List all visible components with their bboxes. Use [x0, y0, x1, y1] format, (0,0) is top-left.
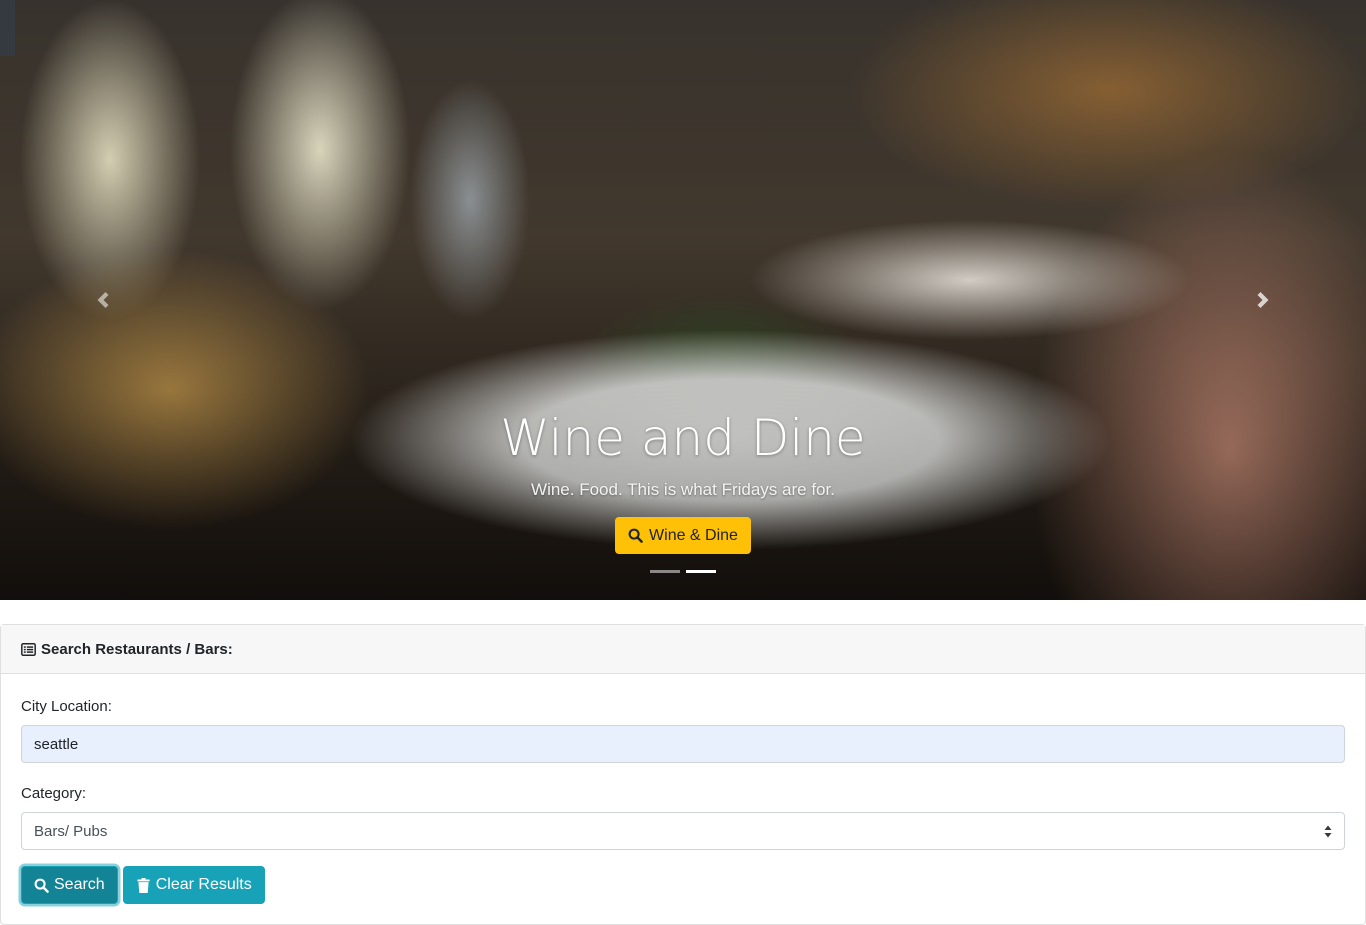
city-location-input[interactable]	[21, 725, 1345, 763]
search-form: City Location: Category: Bars/ Pubs Sear…	[1, 674, 1365, 904]
search-actions: Search Clear Results	[21, 866, 1345, 904]
chevron-right-icon	[1257, 292, 1269, 308]
carousel-indicator-2[interactable]	[686, 570, 716, 573]
search-icon	[628, 528, 643, 543]
carousel-indicator-1[interactable]	[650, 570, 680, 573]
category-label: Category:	[21, 785, 87, 802]
search-icon	[34, 878, 49, 893]
carousel-next-button[interactable]	[1248, 283, 1278, 317]
select-arrows-icon	[1324, 825, 1332, 838]
caption-title: Wine and Dine	[500, 409, 866, 467]
list-alt-icon	[21, 642, 36, 656]
carousel-caption: Wine and Dine Wine. Food. This is what F…	[0, 408, 1366, 554]
search-button[interactable]: Search	[21, 866, 118, 904]
corner-tab	[0, 0, 15, 56]
category-selected-value: Bars/ Pubs	[34, 822, 108, 840]
clear-results-button[interactable]: Clear Results	[122, 866, 265, 904]
carousel-prev-button[interactable]	[88, 283, 118, 317]
carousel-indicators	[0, 570, 1366, 573]
city-location-label: City Location:	[21, 698, 112, 715]
wine-dine-button-label: Wine & Dine	[649, 526, 738, 544]
caption-subtitle: Wine. Food. This is what Fridays are for…	[531, 480, 835, 499]
search-button-label: Search	[54, 876, 105, 893]
search-card-header: Search Restaurants / Bars:	[1, 625, 1365, 674]
trash-icon	[137, 877, 150, 893]
category-select[interactable]: Bars/ Pubs	[21, 812, 1345, 850]
search-card-title: Search Restaurants / Bars:	[41, 640, 233, 658]
hero-carousel: Wine and Dine Wine. Food. This is what F…	[0, 0, 1366, 600]
chevron-left-icon	[97, 292, 109, 308]
search-card: Search Restaurants / Bars: City Location…	[0, 624, 1366, 925]
clear-results-button-label: Clear Results	[155, 876, 252, 893]
wine-dine-button[interactable]: Wine & Dine	[615, 517, 751, 554]
